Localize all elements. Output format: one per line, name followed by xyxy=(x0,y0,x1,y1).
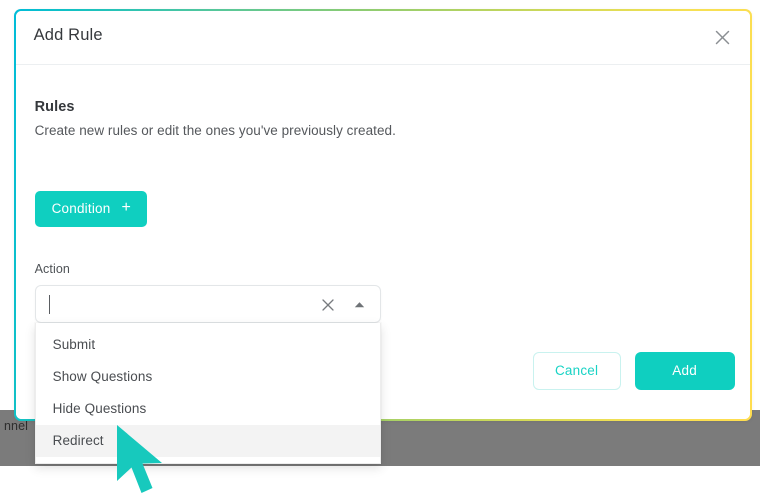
modal-inner: Add Rule Rules Create new rules or edit … xyxy=(15,10,751,464)
section-subheading: Create new rules or edit the ones you've… xyxy=(34,122,396,138)
action-field-label: Action xyxy=(34,261,70,276)
add-button[interactable]: Add xyxy=(634,351,735,390)
chevron-up-icon[interactable] xyxy=(353,300,367,310)
cancel-button[interactable]: Cancel xyxy=(532,351,621,390)
plus-icon: + xyxy=(121,199,131,217)
text-caret xyxy=(48,294,51,314)
action-options-dropdown: Submit Show Questions Hide Questions Redire… xyxy=(34,322,381,464)
modal-body: Rules Create new rules or edit the ones … xyxy=(15,64,751,464)
action-select-input[interactable] xyxy=(34,284,381,323)
clear-icon[interactable] xyxy=(320,297,336,313)
modal-title: Add Rule xyxy=(33,25,103,44)
close-icon[interactable] xyxy=(709,25,735,51)
backdrop-partial-text: nnel xyxy=(4,419,29,433)
add-condition-button[interactable]: Condition + xyxy=(34,190,147,227)
dropdown-option[interactable]: Show Questions xyxy=(36,361,380,393)
add-rule-modal: Add Rule Rules Create new rules or edit … xyxy=(14,9,752,464)
dropdown-option[interactable]: Redirect xyxy=(35,424,380,457)
modal-header: Add Rule xyxy=(15,10,751,65)
dropdown-option[interactable]: Hide Questions xyxy=(36,393,380,425)
condition-button-label: Condition xyxy=(51,201,111,217)
dropdown-option[interactable]: Submit xyxy=(36,329,380,361)
section-heading: Rules xyxy=(34,98,75,115)
